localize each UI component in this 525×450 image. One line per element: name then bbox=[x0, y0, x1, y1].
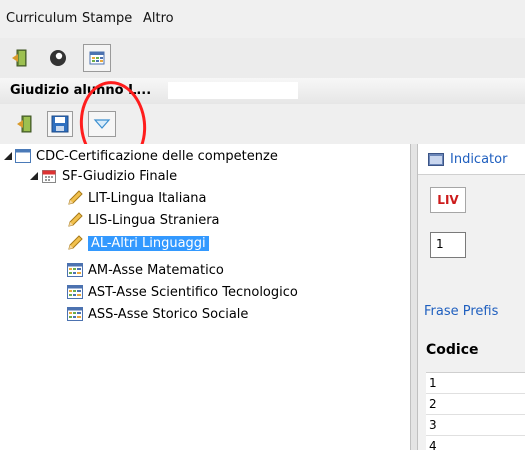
redaction-block bbox=[168, 82, 298, 99]
exit-door-icon bbox=[17, 115, 32, 133]
grid-button[interactable] bbox=[83, 44, 111, 72]
exit-button[interactable] bbox=[6, 44, 34, 72]
grid-icon bbox=[66, 284, 84, 300]
frase-prefisso-label: Frase Prefis bbox=[424, 304, 499, 319]
panel-splitter[interactable] bbox=[410, 144, 418, 450]
codice-table: 1 2 3 4 bbox=[426, 372, 525, 450]
codice-column-header[interactable]: Codice bbox=[426, 342, 479, 358]
save-button[interactable] bbox=[47, 111, 73, 137]
tab-indicatori[interactable]: Indicator bbox=[418, 144, 525, 175]
detail-panel: Indicator LIV 1 Frase Prefis Codice 1 2 … bbox=[418, 144, 525, 450]
tree-label-sf: SF-Giudizio Finale bbox=[62, 168, 178, 184]
tree-item-lit[interactable]: LIT-Lingua Italiana bbox=[66, 188, 207, 208]
table-row[interactable]: 2 bbox=[426, 394, 525, 415]
expanded-arrow-icon bbox=[4, 152, 12, 160]
tree-item-ass[interactable]: ASS-Asse Storico Sociale bbox=[66, 304, 248, 324]
pencil-icon bbox=[66, 235, 84, 251]
ball-button[interactable] bbox=[44, 44, 72, 72]
window-title-bar: Giudizio alunno L... bbox=[0, 78, 525, 105]
expanded-arrow-icon bbox=[30, 172, 38, 180]
menu-curriculum[interactable]: Curriculum bbox=[6, 11, 77, 26]
tree-label-al: AL-Altri Linguaggi bbox=[88, 235, 209, 251]
tree-label-am: AM-Asse Matematico bbox=[88, 262, 224, 278]
tree-label-lit: LIT-Lingua Italiana bbox=[88, 190, 207, 206]
menu-altro[interactable]: Altro bbox=[143, 11, 174, 26]
table-row[interactable]: 4 bbox=[426, 436, 525, 450]
tree-item-am[interactable]: AM-Asse Matematico bbox=[66, 260, 224, 280]
table-row[interactable]: 1 bbox=[426, 373, 525, 394]
calendar-icon bbox=[40, 168, 58, 184]
pencil-icon bbox=[66, 212, 84, 228]
exit-button-2[interactable] bbox=[12, 111, 38, 137]
pencil-icon bbox=[66, 190, 84, 206]
tree-label-ast: AST-Asse Scientifico Tecnologico bbox=[88, 284, 298, 300]
grid-icon bbox=[66, 306, 84, 322]
tree-item-al[interactable]: AL-Altri Linguaggi bbox=[66, 233, 209, 253]
tree-item-ast[interactable]: AST-Asse Scientifico Tecnologico bbox=[66, 282, 298, 302]
menu-stampe[interactable]: Stampe bbox=[82, 11, 132, 26]
table-icon bbox=[428, 153, 444, 166]
exit-door-icon bbox=[12, 49, 27, 67]
tree-label-root: CDC-Certificazione delle competenze bbox=[36, 148, 278, 164]
table-row[interactable]: 3 bbox=[426, 415, 525, 436]
floppy-disk-icon bbox=[51, 115, 69, 133]
liv-button[interactable]: LIV bbox=[430, 187, 466, 213]
tree-label-ass: ASS-Asse Storico Sociale bbox=[88, 306, 249, 322]
window-icon bbox=[14, 148, 32, 164]
competence-tree: CDC-Certificazione delle competenze SF-G… bbox=[0, 144, 410, 450]
tree-node-root[interactable]: CDC-Certificazione delle competenze bbox=[4, 146, 278, 166]
ball-icon bbox=[50, 50, 66, 66]
tree-node-sf[interactable]: SF-Giudizio Finale bbox=[30, 166, 177, 186]
grid-icon bbox=[66, 262, 84, 278]
secondary-toolbar bbox=[0, 104, 525, 145]
grid-icon bbox=[89, 51, 105, 65]
liv-value-field[interactable]: 1 bbox=[430, 232, 466, 258]
main-toolbar bbox=[0, 38, 525, 79]
tree-item-lis[interactable]: LIS-Lingua Straniera bbox=[66, 210, 220, 230]
tree-label-lis: LIS-Lingua Straniera bbox=[88, 212, 220, 228]
tab-indicatori-label: Indicator bbox=[450, 152, 508, 167]
menu-bar: Curriculum Stampe Altro bbox=[0, 0, 525, 39]
